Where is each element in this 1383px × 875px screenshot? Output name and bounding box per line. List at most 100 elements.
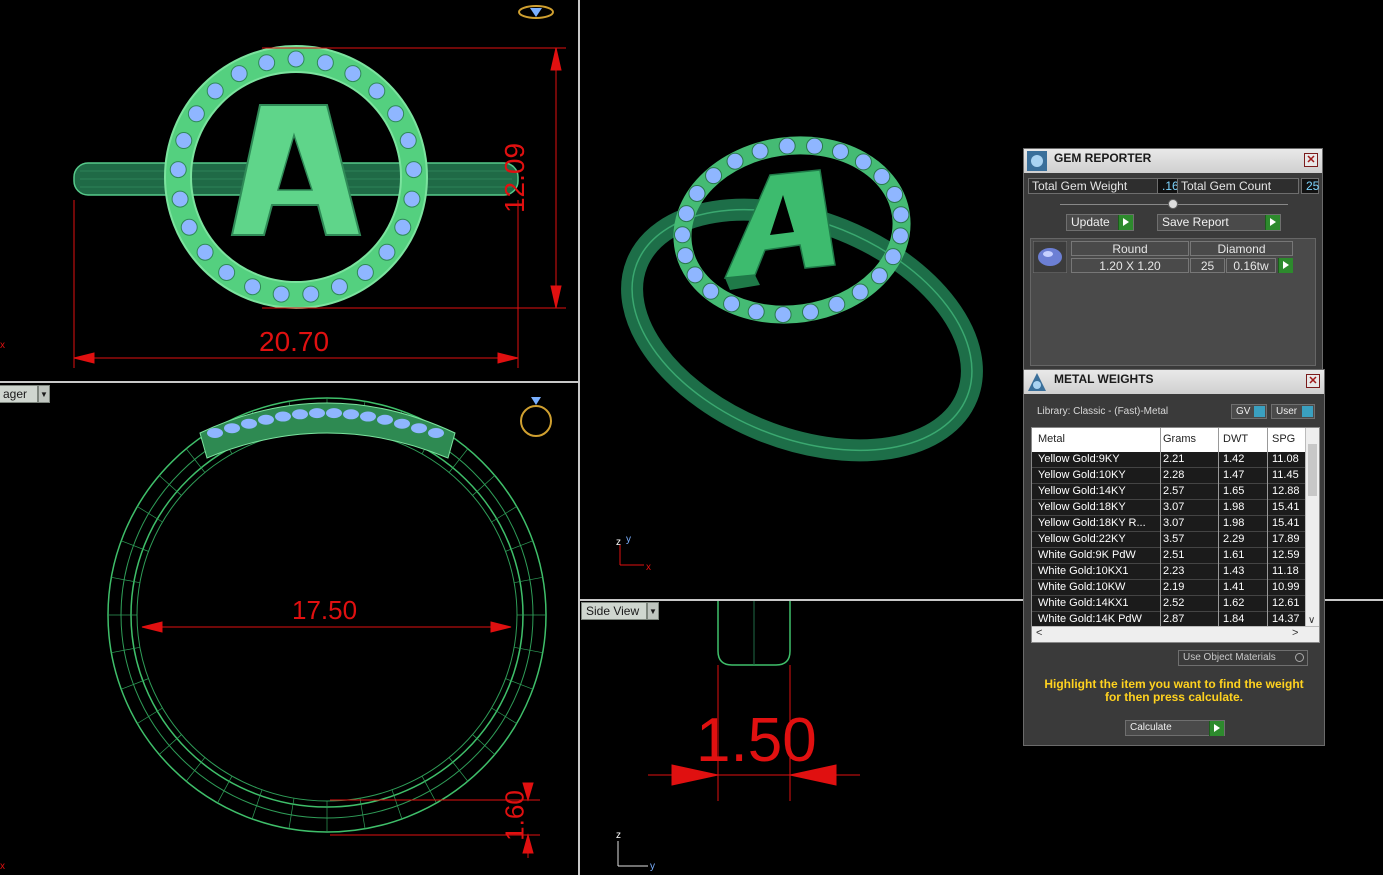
gem-detail-button[interactable] <box>1277 258 1293 273</box>
table-row[interactable]: Yellow Gold:10KY 2.28 1.47 11.45 <box>1032 468 1305 484</box>
table-row[interactable]: Yellow Gold:9KY 2.21 1.42 11.08 <box>1032 452 1305 468</box>
gem-stone <box>309 408 325 419</box>
wireframe-segment <box>421 775 437 804</box>
save-report-label: Save Report <box>1162 215 1229 229</box>
gem-stone <box>702 282 720 300</box>
table-row[interactable]: White Gold:9K PdW 2.51 1.61 12.59 <box>1032 548 1305 564</box>
gem-stone <box>258 414 274 425</box>
table-row[interactable]: Yellow Gold:14KY 2.57 1.65 12.88 <box>1032 484 1305 500</box>
front-viewport-canvas: x <box>0 5 566 368</box>
play-icon <box>1265 215 1280 230</box>
table-row[interactable]: White Gold:10KX1 2.23 1.43 11.18 <box>1032 564 1305 580</box>
metal-dwt: 1.41 <box>1223 581 1245 593</box>
wireframe-segment <box>491 506 517 523</box>
front-height-dimension: 12.09 <box>499 142 530 214</box>
close-icon[interactable]: ✕ <box>1304 153 1318 167</box>
table-row[interactable]: White Gold:10KW 2.19 1.41 10.99 <box>1032 580 1305 596</box>
use-object-materials-toggle[interactable]: Use Object Materials <box>1178 650 1308 666</box>
metal-spg: 11.08 <box>1272 453 1299 465</box>
total-gem-count-label: Total Gem Count <box>1177 178 1299 194</box>
top-viewport[interactable]: x ager ▼ 17.50 1.60 <box>0 383 578 875</box>
gem-stone <box>774 306 792 324</box>
column-header-spg[interactable]: SPG <box>1272 433 1295 445</box>
gem-stone <box>403 190 421 208</box>
svg-text:x: x <box>0 861 5 872</box>
metal-grams: 2.87 <box>1163 613 1185 625</box>
gem-reporter-titlebar[interactable]: GEM REPORTER ✕ <box>1024 149 1322 173</box>
calculate-label: Calculate <box>1130 722 1172 733</box>
svg-text:x: x <box>646 562 651 573</box>
metal-spg: 17.89 <box>1272 533 1300 545</box>
front-viewport[interactable]: x 20.70 12.09 <box>0 0 578 381</box>
scroll-down-icon[interactable]: ∨ <box>1308 615 1315 626</box>
gem-stone <box>258 54 276 72</box>
play-icon <box>1278 258 1293 273</box>
gem-reporter-title: GEM REPORTER <box>1054 151 1152 165</box>
gem-stone <box>705 167 723 185</box>
side-width-dimension: 1.50 <box>696 706 817 775</box>
splitter-handle-icon[interactable] <box>1168 199 1178 209</box>
save-report-button[interactable]: Save Report <box>1157 214 1281 231</box>
column-separator[interactable] <box>1267 428 1268 627</box>
svg-text:x: x <box>0 340 5 351</box>
metal-name: Yellow Gold:22KY <box>1038 533 1126 545</box>
metal-grams: 2.21 <box>1163 453 1185 465</box>
metal-dwt: 1.43 <box>1223 565 1245 577</box>
chevron-down-icon[interactable]: ▼ <box>38 385 50 403</box>
calculate-button[interactable]: Calculate <box>1125 720 1225 736</box>
gem-stone <box>344 65 362 83</box>
column-header-grams[interactable]: Grams <box>1163 433 1196 445</box>
top-inner-dimension: 17.50 <box>292 595 358 625</box>
gem-stone <box>802 303 820 321</box>
column-separator[interactable] <box>1218 428 1219 627</box>
metal-weights-titlebar[interactable]: METAL WEIGHTS ✕ <box>1024 370 1324 394</box>
top-dimensions <box>141 621 540 858</box>
info-icon <box>1302 406 1313 417</box>
horizontal-scrollbar[interactable]: < > <box>1032 626 1319 642</box>
letter-a-perspective <box>723 169 836 290</box>
wireframe-segment <box>111 576 140 584</box>
chevron-down-icon[interactable]: ▼ <box>647 602 659 620</box>
column-header-dwt[interactable]: DWT <box>1223 433 1248 445</box>
wireframe-segment <box>185 757 206 782</box>
vertical-scrollbar[interactable]: ∨ <box>1305 428 1319 628</box>
table-row[interactable]: Yellow Gold:18KY 3.07 1.98 15.41 <box>1032 500 1305 516</box>
scroll-right-icon[interactable]: > <box>1292 627 1298 639</box>
metal-grams: 2.23 <box>1163 565 1185 577</box>
user-toggle[interactable]: User <box>1271 404 1315 419</box>
scroll-left-icon[interactable]: < <box>1036 627 1042 639</box>
wireframe-segment <box>448 757 469 782</box>
gem-stone <box>275 411 291 422</box>
wireframe-segment <box>491 707 517 724</box>
column-header-metal[interactable]: Metal <box>1038 433 1065 445</box>
gem-stone <box>723 295 741 313</box>
wireframe-segment <box>137 707 163 724</box>
table-row[interactable]: Yellow Gold:22KY 3.57 2.29 17.89 <box>1032 532 1305 548</box>
gem-stone <box>230 65 248 83</box>
side-view-label[interactable]: Side View ▼ <box>581 602 659 620</box>
front-width-dimension: 20.70 <box>259 326 330 357</box>
gem-list-item[interactable]: Round Diamond 1.20 X 1.20 25 0.16tw <box>1033 241 1315 275</box>
table-row[interactable]: Yellow Gold:18KY R... 3.07 1.98 15.41 <box>1032 516 1305 532</box>
perspective-axis <box>619 545 644 566</box>
gem-stone <box>778 137 796 155</box>
calculate-hint: Highlight the item you want to find the … <box>1024 678 1324 704</box>
metal-spg: 11.18 <box>1272 565 1299 577</box>
gem-stone <box>377 414 393 425</box>
metal-grams: 2.28 <box>1163 469 1185 481</box>
gem-shape: Round <box>1071 241 1189 256</box>
gv-toggle[interactable]: GV <box>1231 404 1267 419</box>
update-button[interactable]: Update <box>1066 214 1134 231</box>
metal-name: Yellow Gold:9KY <box>1038 453 1120 465</box>
close-icon[interactable]: ✕ <box>1306 374 1320 388</box>
wireframe-segment <box>448 448 469 473</box>
column-separator[interactable] <box>1160 428 1161 627</box>
table-row[interactable]: White Gold:14KX1 2.52 1.62 12.61 <box>1032 596 1305 612</box>
scrollbar-thumb[interactable] <box>1308 444 1317 496</box>
gem-stone <box>688 184 706 202</box>
gem-stone <box>175 132 193 150</box>
metal-dwt: 1.61 <box>1223 549 1245 561</box>
total-gem-count-value: 25 <box>1301 178 1319 194</box>
top-view-label[interactable]: ager ▼ <box>0 385 50 403</box>
gem-stone <box>292 409 308 420</box>
